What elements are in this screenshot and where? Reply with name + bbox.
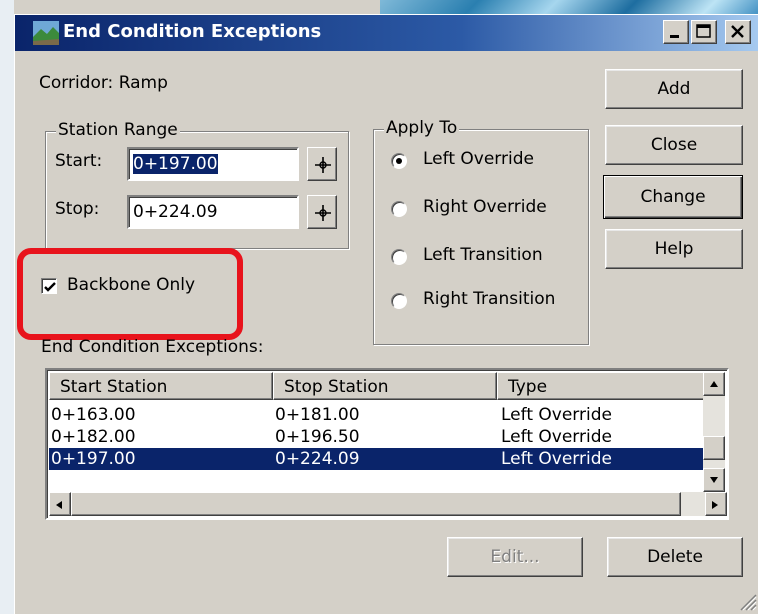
left-override-radio[interactable]: [391, 153, 407, 169]
stop-station-input[interactable]: 0+224.09: [127, 195, 299, 229]
pick-start-station-button[interactable]: [307, 147, 337, 181]
arrow-down-icon: [710, 477, 718, 483]
start-label: Start:: [55, 151, 103, 171]
arrow-right-icon: [712, 501, 718, 509]
arrow-up-icon: [710, 381, 718, 387]
corridor-value: Ramp: [118, 73, 168, 93]
close-window-button[interactable]: [725, 20, 751, 44]
resize-grip-icon[interactable]: [737, 591, 757, 611]
change-button[interactable]: Change: [603, 175, 743, 219]
column-header-type[interactable]: Type: [497, 372, 707, 400]
background-strip: [0, 0, 14, 614]
end-condition-exceptions-dialog: End Condition Exceptions Corridor: Ramp …: [14, 14, 758, 614]
scroll-up-button[interactable]: [703, 372, 725, 396]
start-station-input[interactable]: 0+197.00: [127, 147, 299, 181]
scroll-down-button[interactable]: [703, 468, 725, 492]
arrow-left-icon: [56, 501, 62, 509]
help-button[interactable]: Help: [605, 229, 743, 269]
delete-button[interactable]: Delete: [607, 537, 743, 577]
table-row-selected[interactable]: 0+197.00 0+224.09 Left Override: [49, 448, 713, 470]
edit-button[interactable]: Edit...: [447, 537, 583, 577]
apply-to-title: Apply To: [384, 118, 460, 138]
pick-stop-station-button[interactable]: [307, 195, 337, 229]
app-icon: [33, 21, 59, 45]
scroll-left-button[interactable]: [49, 492, 71, 516]
column-header-stop-station[interactable]: Stop Station: [273, 372, 497, 400]
station-range-title: Station Range: [56, 120, 180, 140]
exceptions-list-label: End Condition Exceptions:: [41, 337, 264, 357]
right-transition-radio[interactable]: [391, 293, 407, 309]
title-bar[interactable]: End Condition Exceptions: [15, 15, 758, 51]
stop-station-value: 0+224.09: [133, 202, 218, 222]
stop-station-cell: 0+224.09: [275, 449, 360, 469]
right-override-label: Right Override: [423, 197, 547, 217]
window-title: End Condition Exceptions: [63, 21, 322, 42]
start-station-value: 0+197.00: [133, 154, 218, 174]
radio-selected-dot: [396, 158, 402, 164]
start-station-cell: 0+182.00: [51, 427, 136, 447]
table-row[interactable]: 0+163.00 0+181.00 Left Override: [49, 404, 713, 426]
horizontal-scroll-thumb[interactable]: [71, 492, 681, 516]
type-cell: Left Override: [501, 405, 612, 425]
horizontal-scrollbar[interactable]: [49, 492, 727, 516]
exceptions-list[interactable]: Start Station Stop Station Type 0+163.00…: [45, 368, 729, 520]
start-station-cell: 0+163.00: [51, 405, 136, 425]
maximize-icon: [696, 24, 711, 38]
vertical-scroll-thumb[interactable]: [703, 436, 725, 460]
left-override-label: Left Override: [423, 149, 534, 169]
right-override-radio[interactable]: [391, 201, 407, 217]
stop-station-cell: 0+181.00: [275, 405, 360, 425]
scroll-right-button[interactable]: [705, 492, 727, 516]
crosshair-icon: [315, 157, 331, 173]
minimize-icon: [670, 35, 679, 38]
close-button[interactable]: Close: [605, 125, 743, 165]
crosshair-icon: [315, 205, 331, 221]
type-cell: Left Override: [501, 427, 612, 447]
table-row[interactable]: 0+182.00 0+196.50 Left Override: [49, 426, 713, 448]
stop-station-cell: 0+196.50: [275, 427, 360, 447]
maximize-button[interactable]: [691, 20, 717, 44]
close-icon: [731, 25, 744, 38]
column-header-start-station[interactable]: Start Station: [49, 372, 273, 400]
start-station-cell: 0+197.00: [51, 449, 136, 469]
minimize-button[interactable]: [663, 20, 689, 44]
vertical-scrollbar[interactable]: [703, 372, 725, 492]
type-cell: Left Override: [501, 449, 612, 469]
left-transition-radio[interactable]: [391, 249, 407, 265]
left-transition-label: Left Transition: [423, 245, 543, 265]
stop-label: Stop:: [55, 199, 100, 219]
corridor-label: Corridor: Ramp: [39, 73, 168, 93]
add-button[interactable]: Add: [605, 69, 743, 109]
right-transition-label: Right Transition: [423, 289, 556, 309]
annotation-highlight: [17, 248, 243, 340]
